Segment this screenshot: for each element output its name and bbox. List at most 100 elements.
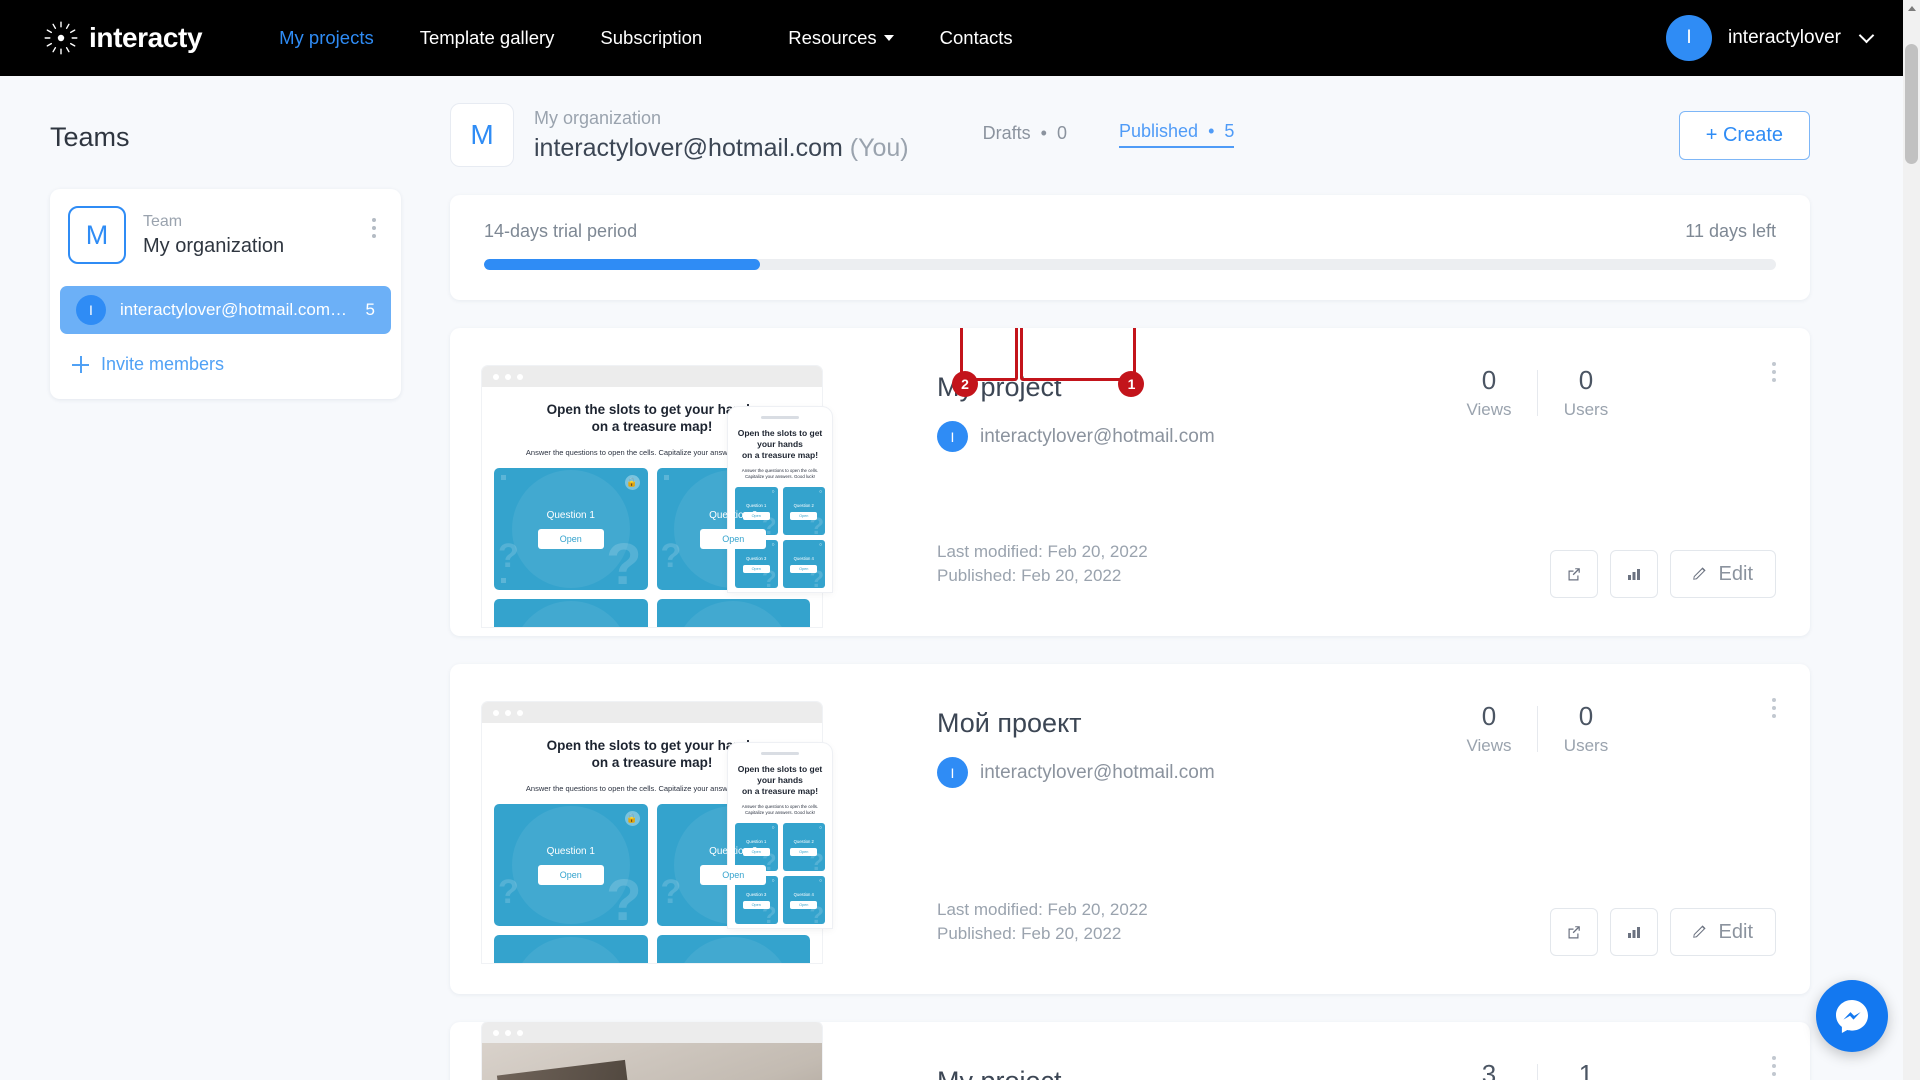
browser-titlebar bbox=[482, 702, 822, 723]
project-owner-email: interactylover@hotmail.com bbox=[980, 425, 1215, 447]
browser-dot bbox=[493, 1029, 499, 1036]
phone-subheading: Answer the questions to open the cells. C… bbox=[741, 804, 819, 816]
scroll-up-arrow[interactable] bbox=[1903, 0, 1920, 17]
create-button[interactable]: + Create bbox=[1678, 110, 1810, 160]
avatar: I bbox=[937, 757, 968, 788]
lock-icon: ○ bbox=[771, 878, 775, 885]
thumbnail-question-cell: ? Question 3 bbox=[494, 599, 648, 627]
member-project-count: 5 bbox=[365, 300, 375, 319]
question-label: Question 3 bbox=[746, 555, 767, 561]
question-mark-glyph: ? bbox=[660, 537, 682, 576]
scrollbar-thumb[interactable] bbox=[1905, 44, 1918, 164]
decorative-ring bbox=[511, 937, 630, 963]
top-navigation-bar: interacty My projects Template gallery S… bbox=[0, 0, 1920, 76]
decorative-ring bbox=[674, 601, 793, 627]
filter-published-count: 5 bbox=[1224, 120, 1235, 141]
filter-published[interactable]: Published • 5 bbox=[1119, 120, 1235, 148]
lock-icon: ○ bbox=[771, 542, 775, 549]
open-external-button[interactable] bbox=[1549, 550, 1598, 598]
edit-button[interactable]: Edit bbox=[1669, 908, 1776, 956]
corner-dot bbox=[501, 578, 506, 584]
stat-views: 0 Views bbox=[1441, 365, 1537, 420]
project-options-button[interactable] bbox=[1772, 362, 1776, 382]
nav-links: My projects Template gallery Subscriptio… bbox=[279, 27, 1059, 49]
body-area: Teams M Team My organization I interacty… bbox=[0, 76, 1920, 1080]
browser-dot bbox=[493, 373, 499, 380]
trial-progress-track bbox=[484, 259, 1776, 270]
lock-icon: ○ bbox=[818, 489, 822, 496]
chart-button[interactable] bbox=[1609, 550, 1658, 598]
project-card: Open the slots to get your hands on a tre… bbox=[450, 328, 1810, 636]
project-info: Мой проект I interactylover@hotmail.com … bbox=[905, 664, 1810, 994]
organization-header: M My organization interactylover@hotmail… bbox=[450, 102, 1870, 168]
project-stats: 0 Views 0 Users bbox=[1441, 701, 1634, 756]
project-info: My project I interactylover@hotmail.com … bbox=[905, 328, 1810, 636]
messenger-button[interactable] bbox=[1816, 980, 1888, 1052]
brand-logo[interactable]: interacty bbox=[44, 21, 203, 55]
team-header[interactable]: M Team My organization bbox=[50, 206, 401, 264]
page-scrollbar[interactable] bbox=[1903, 0, 1920, 1080]
nav-link-template-gallery-label: Template gallery bbox=[419, 27, 555, 48]
thumbnail-question-cell: ? Question 4 bbox=[656, 935, 810, 963]
stat-users: 0 Users bbox=[1538, 701, 1634, 756]
open-button-label: Open bbox=[700, 864, 767, 885]
open-button-label: Open bbox=[700, 528, 767, 549]
phone-heading: Open the slots to get your hands on a trea… bbox=[737, 764, 823, 797]
kebab-dot bbox=[1772, 378, 1776, 382]
nav-link-template-gallery[interactable]: Template gallery bbox=[420, 27, 555, 49]
question-label: Question 4 bbox=[793, 555, 814, 561]
lock-icon: ○ bbox=[818, 878, 822, 885]
open-button-label: Open bbox=[537, 864, 604, 885]
project-owner: I interactylover@hotmail.com bbox=[937, 421, 1810, 452]
trial-days-left: 11 days left bbox=[1685, 221, 1776, 241]
nav-link-contacts[interactable]: Contacts bbox=[940, 27, 1013, 49]
project-thumbnail[interactable] bbox=[450, 1022, 905, 1080]
thumbnail-phone-frame: Open the slots to get your hands on a trea… bbox=[728, 407, 832, 592]
team-name: My organization bbox=[143, 235, 285, 258]
sidebar-member-item[interactable]: I interactylover@hotmail.com… 5 bbox=[60, 286, 391, 334]
question-label: Question 3 bbox=[746, 891, 767, 897]
nav-link-contacts-label: Contacts bbox=[939, 27, 1013, 48]
stat-users: 1 Users bbox=[1538, 1059, 1634, 1080]
edit-button-label: Edit bbox=[1718, 920, 1753, 943]
project-options-button[interactable] bbox=[1772, 698, 1776, 718]
filter-drafts-separator: • bbox=[1035, 122, 1052, 143]
organization-name: My organization bbox=[534, 108, 662, 129]
triangle-up-icon bbox=[1907, 6, 1916, 11]
nav-link-my-projects[interactable]: My projects bbox=[279, 27, 374, 49]
open-external-button[interactable] bbox=[1549, 908, 1598, 956]
project-card: Open the slots to get your hands on a tre… bbox=[450, 664, 1810, 994]
avatar: I bbox=[1666, 15, 1712, 61]
nav-link-subscription[interactable]: Subscription bbox=[600, 27, 702, 49]
nav-link-my-projects-label: My projects bbox=[279, 27, 374, 48]
user-menu[interactable]: I interactylover bbox=[1666, 15, 1875, 61]
phone-heading: Open the slots to get your hands on a trea… bbox=[737, 428, 823, 461]
chart-button[interactable] bbox=[1609, 908, 1658, 956]
project-options-button[interactable] bbox=[1772, 1056, 1776, 1076]
project-owner-email: interactylover@hotmail.com bbox=[980, 761, 1215, 783]
filter-drafts[interactable]: Drafts • 0 bbox=[983, 123, 1067, 148]
project-thumbnail[interactable]: Open the slots to get your hands on a tre… bbox=[450, 664, 905, 994]
kebab-dot bbox=[1772, 1056, 1776, 1060]
browser-titlebar bbox=[482, 1022, 822, 1043]
browser-dot bbox=[505, 1029, 511, 1036]
organization-email: interactylover@hotmail.com (You) bbox=[534, 132, 909, 165]
member-email: interactylover@hotmail.com… bbox=[120, 300, 347, 319]
app-root: interacty My projects Template gallery S… bbox=[0, 0, 1920, 1080]
team-card: M Team My organization I interactylover@… bbox=[50, 189, 401, 399]
stat-views-value: 3 bbox=[1481, 1059, 1497, 1080]
kebab-dot bbox=[372, 226, 376, 230]
invite-members-button[interactable]: Invite members bbox=[72, 354, 401, 375]
project-last-modified: Last modified: Feb 20, 2022 bbox=[937, 899, 1148, 919]
browser-dot bbox=[505, 709, 511, 716]
question-label: Question 1 bbox=[746, 502, 767, 508]
team-options-button[interactable] bbox=[363, 215, 385, 241]
nav-link-resources[interactable]: Resources bbox=[788, 27, 894, 49]
open-button-label: Open bbox=[742, 900, 770, 909]
open-button-label: Open bbox=[742, 564, 770, 573]
edit-button[interactable]: Edit bbox=[1669, 550, 1776, 598]
project-thumbnail[interactable]: Open the slots to get your hands on a tre… bbox=[450, 328, 905, 636]
corner-dot bbox=[663, 475, 669, 481]
organization-logo: M bbox=[450, 103, 514, 167]
project-info: My project 3 Views 1 Users bbox=[905, 1022, 1810, 1080]
